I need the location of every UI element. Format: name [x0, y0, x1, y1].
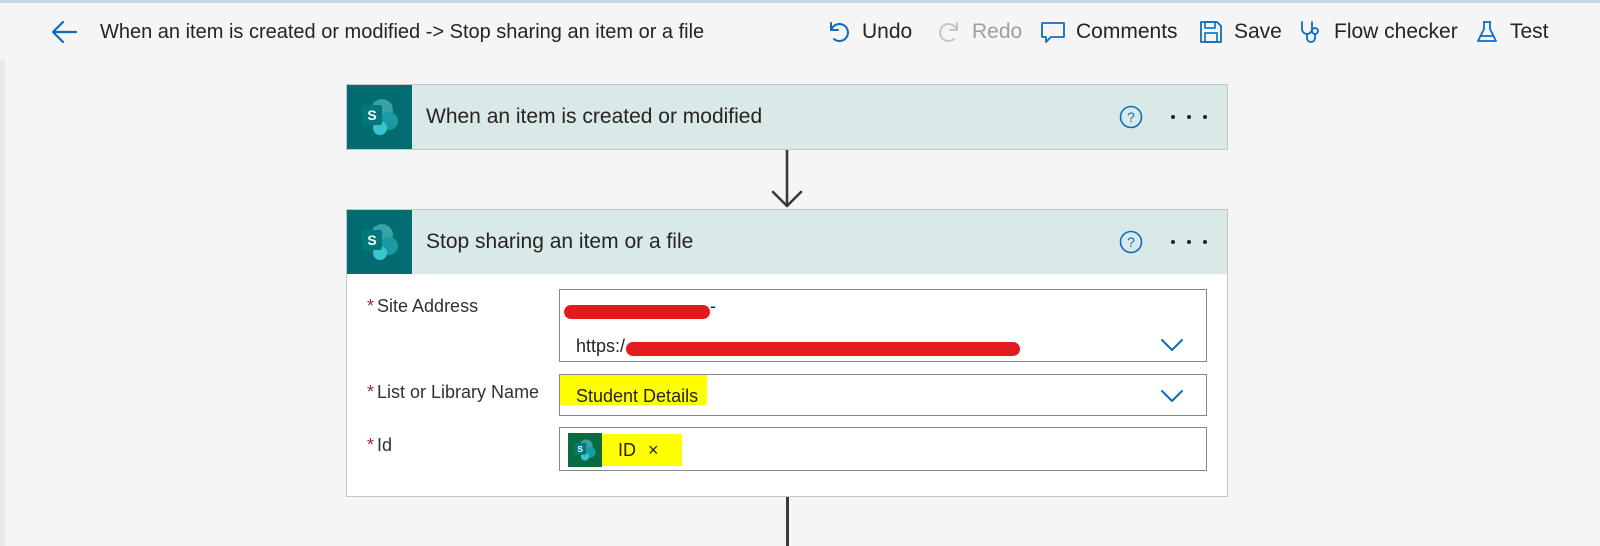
- id-label-text: Id: [377, 435, 393, 455]
- test-label: Test: [1510, 20, 1549, 43]
- redaction-mark: [564, 305, 710, 319]
- site-address-line2: https:/: [576, 336, 626, 356]
- trigger-card[interactable]: S When an item is created or modified ?: [346, 84, 1228, 150]
- list-name-value: Student Details: [560, 375, 707, 406]
- undo-button[interactable]: Undo: [826, 17, 912, 47]
- id-label: * Id: [367, 435, 392, 456]
- required-marker: *: [367, 435, 375, 455]
- svg-text:S: S: [367, 232, 376, 248]
- action-title: Stop sharing an item or a file: [426, 230, 694, 253]
- flow-checker-label: Flow checker: [1334, 20, 1458, 43]
- action-card-header[interactable]: S Stop sharing an item or a file ?: [347, 210, 1227, 274]
- trigger-card-header[interactable]: S When an item is created or modified ?: [347, 85, 1227, 149]
- close-icon[interactable]: ×: [648, 440, 659, 461]
- connector-arrow-icon: [771, 150, 803, 208]
- help-button[interactable]: ?: [1119, 230, 1143, 254]
- site-address-line1-suffix: -: [710, 296, 716, 316]
- flask-icon: [1474, 19, 1500, 45]
- site-address-label-text: Site Address: [377, 296, 479, 316]
- trigger-title: When an item is created or modified: [426, 105, 763, 128]
- test-button[interactable]: Test: [1474, 17, 1549, 47]
- required-marker: *: [367, 382, 375, 402]
- required-marker: *: [367, 296, 375, 316]
- flow-checker-button[interactable]: Flow checker: [1298, 17, 1458, 47]
- svg-text:?: ?: [1127, 109, 1135, 125]
- redaction-mark: [626, 342, 1020, 356]
- action-card[interactable]: S Stop sharing an item or a file ? * Site…: [346, 209, 1228, 497]
- more-options-button[interactable]: [1171, 228, 1207, 256]
- svg-text:S: S: [367, 107, 376, 123]
- back-button[interactable]: [48, 17, 82, 47]
- flow-title: When an item is created or modified -> S…: [100, 21, 705, 43]
- sharepoint-icon: S: [568, 433, 602, 467]
- dot: [1203, 240, 1207, 244]
- help-button[interactable]: ?: [1119, 105, 1143, 129]
- comment-icon: [1040, 19, 1066, 45]
- chevron-down-icon[interactable]: [1160, 337, 1184, 353]
- dot: [1171, 115, 1175, 119]
- dot: [1203, 115, 1207, 119]
- comments-label: Comments: [1076, 20, 1178, 43]
- arrow-left-icon: [51, 20, 78, 44]
- dot: [1171, 240, 1175, 244]
- list-name-label-text: List or Library Name: [377, 382, 540, 402]
- save-label: Save: [1234, 20, 1282, 43]
- undo-icon: [826, 19, 852, 45]
- save-button[interactable]: Save: [1198, 17, 1282, 47]
- save-icon: [1198, 19, 1224, 45]
- token-label: ID: [618, 439, 636, 460]
- sharepoint-icon: S: [347, 85, 412, 149]
- more-options-button[interactable]: [1171, 103, 1207, 131]
- undo-label: Undo: [862, 20, 913, 43]
- question-icon: ?: [1119, 105, 1143, 129]
- list-name-label: * List or Library Name: [367, 382, 539, 403]
- redo-button[interactable]: Redo: [936, 17, 1022, 47]
- dot: [1187, 115, 1191, 119]
- command-bar: When an item is created or modified -> S…: [0, 3, 1600, 60]
- list-name-dropdown[interactable]: Student Details: [559, 374, 1207, 416]
- svg-text:S: S: [578, 445, 584, 454]
- sharepoint-icon: S: [347, 210, 412, 274]
- chevron-down-icon[interactable]: [1160, 388, 1184, 404]
- redo-icon: [936, 19, 962, 45]
- id-input[interactable]: S ID ×: [559, 427, 1207, 471]
- comments-button[interactable]: Comments: [1040, 17, 1178, 47]
- svg-text:?: ?: [1127, 234, 1135, 250]
- redo-label: Redo: [972, 20, 1023, 43]
- stethoscope-icon: [1298, 19, 1324, 45]
- dot: [1187, 240, 1191, 244]
- site-address-label: * Site Address: [367, 296, 478, 317]
- connector-line: [786, 497, 789, 546]
- dynamic-content-token[interactable]: S ID ×: [568, 433, 682, 467]
- question-icon: ?: [1119, 230, 1143, 254]
- site-address-dropdown[interactable]: - https:/: [559, 289, 1207, 362]
